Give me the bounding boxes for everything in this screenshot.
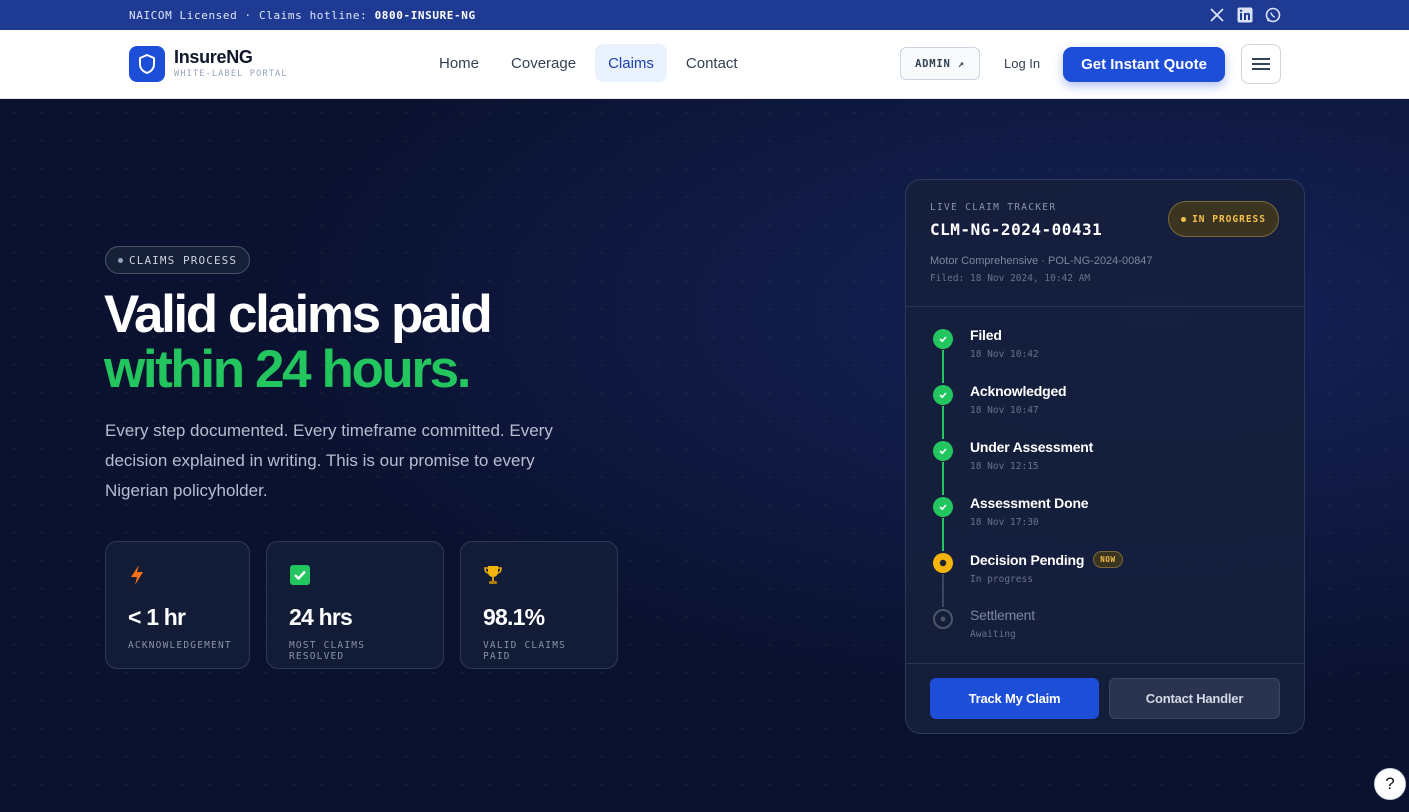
claim-tracker-card: LIVE CLAIM TRACKER CLM-NG-2024-00431 Mot… (905, 179, 1305, 734)
brand-logo[interactable] (129, 46, 165, 82)
nav-contact[interactable]: Contact (673, 44, 751, 82)
step-detail: 18 Nov 10:47 (970, 405, 1039, 416)
nav-home[interactable]: Home (426, 44, 492, 82)
step-detail: In progress (970, 574, 1033, 585)
brand-name: InsureNG (174, 47, 253, 67)
help-button[interactable]: ? (1374, 768, 1406, 800)
timeline-step: Acknowledged 18 Nov 10:47 (930, 383, 1123, 439)
timeline-step-current: Decision Pending NOW In progress (930, 551, 1123, 607)
hamburger-menu-button[interactable] (1241, 44, 1281, 84)
hero-section: CLAIMS PROCESS Valid claims paid within … (0, 99, 1409, 812)
check-icon (933, 441, 953, 461)
current-step-icon (933, 553, 953, 573)
brand-tagline: WHITE-LABEL PORTAL (174, 69, 288, 79)
stat-label: MOST CLAIMS RESOLVED (289, 640, 366, 662)
license-notice: NAICOM Licensed · Claims hotline: 0800-I… (129, 9, 476, 22)
timeline-step: Assessment Done 18 Nov 17:30 (930, 495, 1123, 551)
brand[interactable]: InsureNG WHITE-LABEL PORTAL (174, 47, 288, 79)
hero-title-line1: Valid claims paid (104, 285, 493, 344)
step-detail: 18 Nov 10:42 (970, 349, 1039, 360)
stat-label: ACKNOWLEDGEMENT (128, 640, 232, 651)
stat-label: VALID CLAIMS PAID (483, 640, 567, 662)
policy-info: Motor Comprehensive · POL-NG-2024-00847 (930, 255, 1153, 267)
now-badge: NOW (1093, 551, 1123, 568)
check-icon (933, 497, 953, 517)
nav-claims[interactable]: Claims (595, 44, 667, 82)
check-icon (933, 329, 953, 349)
timeline-connector (942, 462, 944, 495)
step-detail: 18 Nov 12:15 (970, 461, 1039, 472)
step-detail: 18 Nov 17:30 (970, 517, 1039, 528)
x-icon[interactable] (1208, 6, 1225, 23)
whatsapp-icon[interactable] (1264, 6, 1281, 23)
step-title: Settlement (970, 607, 1035, 623)
pill-label: CLAIMS PROCESS (129, 253, 238, 267)
filed-date: Filed: 18 Nov 2024, 10:42 AM (930, 273, 1091, 284)
contact-handler-button[interactable]: Contact Handler (1109, 678, 1280, 719)
main-navbar: InsureNG WHITE-LABEL PORTAL Home Coverag… (0, 30, 1409, 99)
check-box-icon (290, 565, 310, 585)
pill-dot (118, 257, 123, 263)
status-badge: IN PROGRESS (1168, 201, 1279, 237)
primary-menu: Home Coverage Claims Contact (426, 44, 751, 82)
stat-card-resolved: 24 hrs MOST CLAIMS RESOLVED (266, 541, 444, 669)
step-title-text: Decision Pending (970, 551, 1085, 568)
step-title: Assessment Done (970, 495, 1089, 511)
social-links (1208, 6, 1281, 23)
tracker-header: LIVE CLAIM TRACKER CLM-NG-2024-00431 Mot… (906, 180, 1304, 307)
step-title: Acknowledged (970, 383, 1067, 399)
hero-lead: Every step documented. Every timeframe c… (105, 421, 553, 500)
step-title: Filed (970, 327, 1002, 343)
hero-title: Valid claims paid within 24 hours. (104, 285, 493, 399)
login-link[interactable]: Log In (1004, 56, 1040, 71)
linkedin-icon[interactable] (1236, 6, 1253, 23)
check-icon (933, 385, 953, 405)
claims-hotline[interactable]: 0800-INSURE-NG (375, 9, 476, 22)
stat-value: 24 hrs (289, 604, 353, 630)
pending-step-icon (933, 609, 953, 629)
stat-value: 98.1% (483, 604, 545, 630)
step-title: Under Assessment (970, 439, 1094, 455)
claim-timeline: Filed 18 Nov 10:42 Acknowledged 18 Nov 1… (930, 327, 1123, 663)
status-dot (1181, 216, 1187, 222)
timeline-step: Under Assessment 18 Nov 12:15 (930, 439, 1123, 495)
section-pill: CLAIMS PROCESS (105, 246, 251, 274)
license-text: NAICOM Licensed · Claims hotline: (129, 8, 375, 22)
get-quote-button[interactable]: Get Instant Quote (1063, 47, 1225, 82)
track-my-claim-button[interactable]: Track My Claim (930, 678, 1099, 719)
timeline-connector (942, 574, 944, 607)
timeline-step-pending: Settlement Awaiting (930, 607, 1123, 663)
timeline-connector (942, 518, 944, 551)
stat-value: < 1 hr (128, 604, 186, 630)
tracker-actions: Track My Claim Contact Handler (906, 663, 1304, 733)
step-title: Decision Pending NOW (970, 551, 1123, 568)
top-announcement-bar: NAICOM Licensed · Claims hotline: 0800-I… (0, 0, 1409, 30)
stat-card-paid: 98.1% VALID CLAIMS PAID (460, 541, 618, 669)
admin-button[interactable]: ADMIN ↗ (900, 47, 980, 80)
shield-icon (139, 54, 155, 74)
lightning-icon (131, 565, 143, 585)
status-badge-label: IN PROGRESS (1192, 213, 1266, 225)
hero-title-line2: within 24 hours. (104, 340, 471, 399)
timeline-step: Filed 18 Nov 10:42 (930, 327, 1123, 383)
timeline-connector (942, 350, 944, 383)
stat-card-acknowledgement: < 1 hr ACKNOWLEDGEMENT (105, 541, 250, 669)
timeline-connector (942, 406, 944, 439)
trophy-icon (484, 566, 502, 584)
hamburger-icon (1252, 58, 1270, 70)
nav-coverage[interactable]: Coverage (498, 44, 589, 82)
step-detail: Awaiting (970, 629, 1016, 640)
